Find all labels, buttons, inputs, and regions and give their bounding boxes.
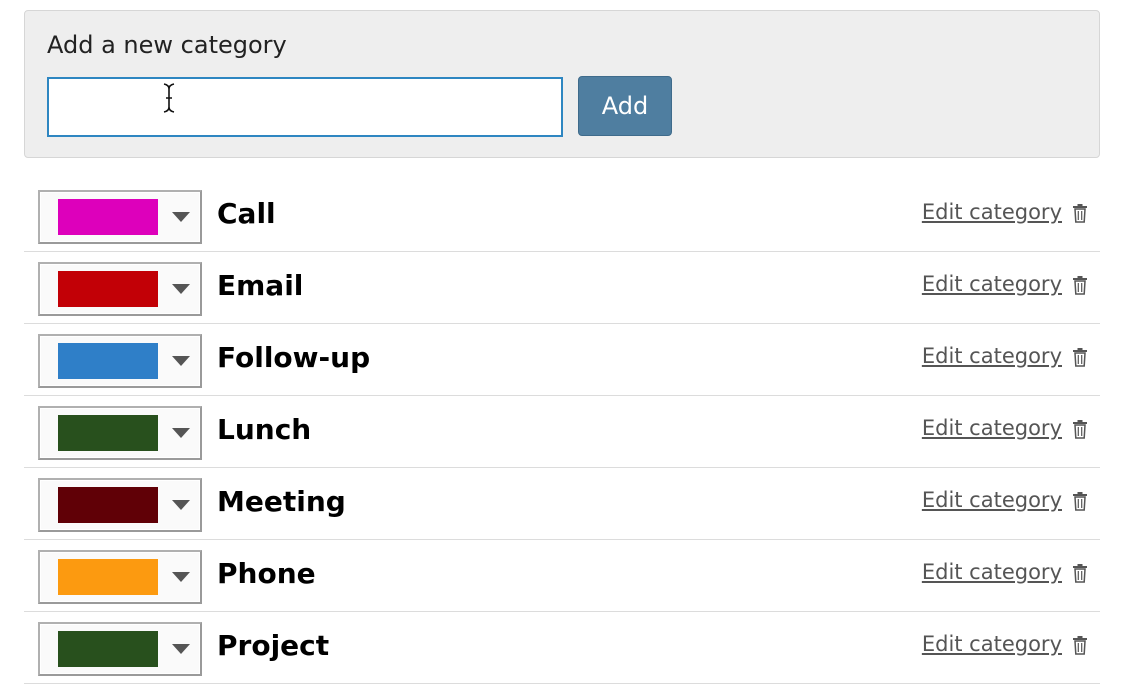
category-row: Lunch Edit category — [24, 396, 1100, 468]
edit-category-link[interactable]: Edit category — [922, 488, 1062, 512]
chevron-down-icon — [172, 356, 190, 366]
color-swatch — [58, 631, 158, 667]
color-swatch — [58, 271, 158, 307]
category-name: Call — [217, 197, 276, 230]
color-picker-dropdown[interactable] — [38, 478, 202, 532]
edit-category-link[interactable]: Edit category — [922, 632, 1062, 656]
color-picker-dropdown[interactable] — [38, 262, 202, 316]
chevron-down-icon — [172, 644, 190, 654]
text-cursor-icon — [163, 83, 175, 113]
trash-icon[interactable] — [1072, 275, 1088, 295]
category-name: Project — [217, 629, 330, 662]
category-row: Meeting Edit category — [24, 468, 1100, 540]
category-name: Phone — [217, 557, 316, 590]
category-name: Lunch — [217, 413, 312, 446]
category-name: Follow-up — [217, 341, 371, 374]
trash-icon[interactable] — [1072, 635, 1088, 655]
add-category-label: Add a new category — [47, 31, 287, 59]
color-picker-dropdown[interactable] — [38, 190, 202, 244]
category-row: Email Edit category — [24, 252, 1100, 324]
edit-category-link[interactable]: Edit category — [922, 560, 1062, 584]
add-category-panel: Add a new category Add — [24, 10, 1100, 158]
color-picker-dropdown[interactable] — [38, 622, 202, 676]
edit-category-link[interactable]: Edit category — [922, 344, 1062, 368]
color-swatch — [58, 343, 158, 379]
chevron-down-icon — [172, 500, 190, 510]
category-list: Call Edit category Email Edit category F — [24, 180, 1100, 684]
trash-icon[interactable] — [1072, 563, 1088, 583]
chevron-down-icon — [172, 428, 190, 438]
category-row: Follow-up Edit category — [24, 324, 1100, 396]
category-row: Project Edit category — [24, 612, 1100, 684]
trash-icon[interactable] — [1072, 347, 1088, 367]
add-button[interactable]: Add — [578, 76, 672, 136]
chevron-down-icon — [172, 572, 190, 582]
edit-category-link[interactable]: Edit category — [922, 416, 1062, 440]
chevron-down-icon — [172, 284, 190, 294]
edit-category-link[interactable]: Edit category — [922, 272, 1062, 296]
trash-icon[interactable] — [1072, 419, 1088, 439]
edit-category-link[interactable]: Edit category — [922, 200, 1062, 224]
trash-icon[interactable] — [1072, 203, 1088, 223]
category-row: Phone Edit category — [24, 540, 1100, 612]
color-picker-dropdown[interactable] — [38, 406, 202, 460]
trash-icon[interactable] — [1072, 491, 1088, 511]
new-category-input[interactable] — [47, 77, 563, 137]
color-picker-dropdown[interactable] — [38, 550, 202, 604]
chevron-down-icon — [172, 212, 190, 222]
color-swatch — [58, 415, 158, 451]
color-picker-dropdown[interactable] — [38, 334, 202, 388]
category-row: Call Edit category — [24, 180, 1100, 252]
color-swatch — [58, 559, 158, 595]
color-swatch — [58, 487, 158, 523]
category-name: Meeting — [217, 485, 346, 518]
category-name: Email — [217, 269, 304, 302]
color-swatch — [58, 199, 158, 235]
